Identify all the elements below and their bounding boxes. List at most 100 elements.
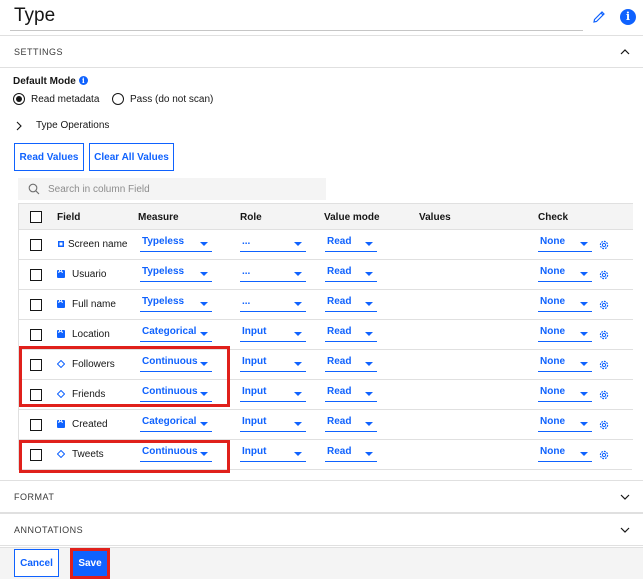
format-section-header[interactable]: FORMAT: [0, 480, 643, 513]
role-dropdown[interactable]: Input: [240, 446, 306, 462]
caret-down-icon: [200, 272, 208, 276]
column-header-value-mode: Value mode: [324, 212, 380, 223]
caret-down-icon: [200, 302, 208, 306]
field-name: Screen name: [68, 239, 128, 250]
row-checkbox[interactable]: [30, 269, 42, 281]
row-checkbox[interactable]: [30, 299, 42, 311]
title-row: Type i: [0, 0, 643, 36]
caret-down-icon: [580, 422, 588, 426]
continuous-icon: [57, 450, 65, 458]
check-dropdown[interactable]: None: [538, 356, 592, 372]
value-mode-dropdown[interactable]: Read: [325, 326, 377, 342]
value-mode-dropdown[interactable]: Read: [325, 296, 377, 312]
measure-dropdown[interactable]: Continuous: [140, 446, 212, 462]
caret-down-icon: [365, 362, 373, 366]
chevron-up-icon: [620, 49, 630, 55]
role-dropdown[interactable]: Input: [240, 356, 306, 372]
search-input[interactable]: Search in column Field: [18, 178, 326, 200]
field-name: Followers: [72, 359, 115, 370]
value-mode-dropdown[interactable]: Read: [325, 386, 377, 402]
select-all-checkbox[interactable]: [30, 211, 42, 223]
measure-dropdown[interactable]: Typeless: [140, 266, 212, 282]
check-dropdown[interactable]: None: [538, 326, 592, 342]
info-icon[interactable]: i: [620, 9, 636, 25]
gear-icon[interactable]: [598, 389, 610, 401]
measure-dropdown[interactable]: Continuous: [140, 386, 212, 402]
table-row: Screen name Typeless... Read None: [19, 229, 633, 259]
gear-icon[interactable]: [598, 269, 610, 281]
edit-icon[interactable]: [591, 9, 607, 25]
caret-down-icon: [580, 452, 588, 456]
table-row: Tweets Continuous Input Read None: [19, 439, 633, 469]
role-dropdown[interactable]: ...: [240, 236, 306, 252]
clear-all-values-button[interactable]: Clear All Values: [89, 143, 174, 171]
measure-dropdown[interactable]: Categorical: [140, 326, 212, 342]
caret-down-icon: [580, 392, 588, 396]
annotations-section-header[interactable]: ANNOTATIONS: [0, 513, 643, 546]
default-mode-info-icon[interactable]: i: [78, 76, 88, 85]
role-dropdown[interactable]: ...: [240, 296, 306, 312]
gear-icon[interactable]: [598, 239, 610, 251]
check-dropdown[interactable]: None: [538, 236, 592, 252]
gear-icon[interactable]: [598, 329, 610, 341]
row-checkbox[interactable]: [30, 419, 42, 431]
measure-dropdown[interactable]: Categorical: [140, 416, 212, 432]
radio-read-metadata[interactable]: Read metadata: [13, 92, 99, 106]
type-operations-toggle[interactable]: Type Operations: [14, 120, 109, 131]
caret-down-icon: [294, 302, 302, 306]
caret-down-icon: [365, 422, 373, 426]
value-mode-dropdown[interactable]: Read: [325, 416, 377, 432]
page-title: Type: [14, 5, 56, 26]
caret-down-icon: [294, 362, 302, 366]
gear-icon[interactable]: [598, 449, 610, 461]
check-dropdown[interactable]: None: [538, 416, 592, 432]
caret-down-icon: [365, 242, 373, 246]
value-mode-dropdown[interactable]: Read: [325, 446, 377, 462]
gear-icon[interactable]: [598, 419, 610, 431]
row-checkbox[interactable]: [30, 449, 42, 461]
row-checkbox[interactable]: [30, 359, 42, 371]
role-dropdown[interactable]: ...: [240, 266, 306, 282]
measure-dropdown[interactable]: Typeless: [140, 296, 212, 312]
value-mode-dropdown[interactable]: Read: [325, 266, 377, 282]
cancel-button[interactable]: Cancel: [14, 549, 59, 577]
read-values-button[interactable]: Read Values: [14, 143, 84, 171]
role-dropdown[interactable]: Input: [240, 326, 306, 342]
settings-section-header[interactable]: SETTINGS: [0, 35, 643, 68]
column-header-field: Field: [57, 212, 81, 223]
caret-down-icon: [580, 242, 588, 246]
gear-icon[interactable]: [598, 359, 610, 371]
check-dropdown[interactable]: None: [538, 296, 592, 312]
row-checkbox[interactable]: [30, 389, 42, 401]
radio-pass[interactable]: Pass (do not scan): [112, 92, 213, 106]
caret-down-icon: [580, 302, 588, 306]
check-dropdown[interactable]: None: [538, 386, 592, 402]
field-name: Created: [72, 419, 108, 430]
caret-down-icon: [365, 332, 373, 336]
caret-down-icon: [294, 332, 302, 336]
field-name: Friends: [72, 389, 106, 400]
save-button[interactable]: Save: [73, 551, 107, 576]
chevron-right-icon: [16, 121, 22, 130]
caret-down-icon: [580, 332, 588, 336]
check-dropdown[interactable]: None: [538, 446, 592, 462]
row-checkbox[interactable]: [30, 239, 42, 251]
measure-dropdown[interactable]: Continuous: [140, 356, 212, 372]
measure-dropdown[interactable]: Typeless: [140, 236, 212, 252]
check-dropdown[interactable]: None: [538, 266, 592, 282]
caret-down-icon: [200, 392, 208, 396]
value-mode-dropdown[interactable]: Read: [325, 356, 377, 372]
role-dropdown[interactable]: Input: [240, 386, 306, 402]
table-row: Location Categorical Input Read None: [19, 319, 633, 349]
role-dropdown[interactable]: Input: [240, 416, 306, 432]
radio-unselected-icon: [112, 93, 124, 105]
gear-icon[interactable]: [598, 299, 610, 311]
table-row: Full name Typeless... Read None: [19, 289, 633, 319]
caret-down-icon: [294, 272, 302, 276]
caret-down-icon: [365, 272, 373, 276]
chevron-down-icon: [620, 494, 630, 500]
row-checkbox[interactable]: [30, 329, 42, 341]
annotations-section-label: ANNOTATIONS: [14, 525, 84, 535]
value-mode-dropdown[interactable]: Read: [325, 236, 377, 252]
table-row: Usuario Typeless... Read None: [19, 259, 633, 289]
